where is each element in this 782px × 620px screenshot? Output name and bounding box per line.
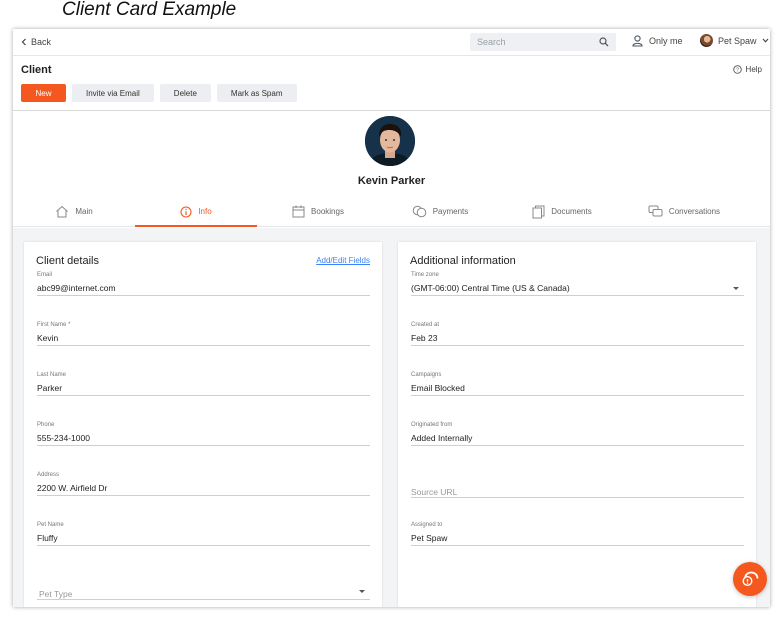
created-at-field: Created at Feb 23: [411, 322, 744, 346]
time-zone-select[interactable]: Time zone (GMT-06:00) Central Time (US &…: [411, 272, 744, 296]
assigned-to-field[interactable]: Assigned to Pet Spaw: [411, 522, 744, 546]
campaigns-field[interactable]: Campaigns Email Blocked: [411, 372, 744, 396]
source-url-placeholder: Source URL: [411, 487, 458, 497]
field-value: 2200 W. Airfield Dr: [37, 483, 108, 493]
tab-documents[interactable]: Documents: [501, 197, 623, 226]
source-url-field[interactable]: Source URL: [411, 474, 744, 498]
action-bar: New Invite via Email Delete Mark as Spam: [21, 84, 297, 102]
back-button[interactable]: Back: [21, 37, 51, 47]
field-label: Time zone: [411, 272, 439, 278]
tab-label: Conversations: [668, 207, 721, 216]
field-value: Pet Spaw: [411, 533, 448, 543]
address-field[interactable]: Address 2200 W. Airfield Dr: [37, 472, 370, 496]
pet-type-placeholder: Pet Type: [39, 589, 73, 599]
figure-caption: Client Card Example: [62, 0, 237, 20]
field-value: Email Blocked: [411, 383, 465, 393]
search-icon[interactable]: [599, 37, 609, 47]
field-value: Feb 23: [411, 333, 438, 343]
help-icon: ?: [732, 65, 742, 74]
calendar-icon: [292, 205, 305, 218]
tab-conversations[interactable]: Conversations: [623, 197, 745, 226]
svg-text:?: ?: [736, 68, 739, 74]
tab-main[interactable]: Main: [13, 197, 135, 226]
field-label: Originated from: [411, 422, 453, 428]
field-value: Kevin: [37, 333, 59, 343]
tab-label: Info: [198, 207, 212, 216]
header-divider: [13, 110, 770, 111]
coins-icon: [412, 205, 427, 218]
tab-bar: Main Info Bookings Payments Documents Co…: [13, 197, 770, 227]
tab-label: Payments: [432, 207, 469, 216]
tab-label: Documents: [551, 207, 592, 216]
account-name: Pet Spaw: [718, 35, 757, 46]
last-name-field[interactable]: Last Name Parker: [37, 372, 370, 396]
client-name: Kevin Parker: [357, 175, 426, 187]
invite-email-button[interactable]: Invite via Email: [72, 84, 154, 102]
caret-down-icon: [733, 287, 739, 290]
field-label: First Name *: [37, 322, 71, 328]
back-label: Back: [31, 37, 52, 47]
tab-label: Bookings: [311, 207, 344, 216]
support-chat-button[interactable]: [733, 562, 767, 596]
field-label: Last Name: [37, 372, 67, 378]
field-value: (GMT-06:00) Central Time (US & Canada): [411, 283, 570, 293]
owner-filter[interactable]: Only me: [632, 35, 683, 47]
account-avatar: [700, 34, 713, 47]
field-value: Added Internally: [411, 433, 473, 443]
account-menu[interactable]: Pet Spaw: [700, 34, 769, 47]
email-field[interactable]: Email abc99@internet.com: [37, 272, 370, 296]
pet-type-select[interactable]: Pet Type: [37, 576, 370, 600]
person-icon: [632, 35, 643, 47]
client-details-title: Client details: [36, 255, 99, 267]
chevron-down-icon: [762, 38, 768, 43]
field-label: Assigned to: [411, 522, 443, 528]
delete-button[interactable]: Delete: [159, 84, 211, 102]
search-box[interactable]: [470, 33, 616, 51]
chat-icon: [648, 205, 663, 217]
tab-label: Main: [75, 207, 93, 216]
page-title: Client: [21, 64, 52, 76]
field-value: abc99@internet.com: [37, 283, 116, 293]
field-label: Phone: [37, 422, 55, 428]
field-value: 555-234-1000: [37, 433, 90, 443]
owner-filter-label: Only me: [649, 36, 683, 46]
help-label: Help: [745, 65, 762, 74]
documents-icon: [532, 205, 545, 218]
client-details-card: Client details Add/Edit Fields Email abc…: [24, 242, 382, 607]
home-icon: [56, 205, 69, 218]
additional-info-card: Additional information Time zone (GMT-06…: [398, 242, 756, 607]
field-label: Address: [37, 472, 60, 478]
chevron-left-icon: [21, 38, 26, 46]
app-window: Back Only me Pet Spaw Client ? Help New …: [13, 29, 770, 607]
originated-from-field[interactable]: Originated from Added Internally: [411, 422, 744, 446]
field-value: Fluffy: [37, 533, 58, 543]
help-button[interactable]: ? Help: [732, 65, 762, 74]
field-label: Pet Name: [37, 522, 64, 528]
field-value: Parker: [37, 383, 63, 393]
tab-bookings[interactable]: Bookings: [257, 197, 379, 226]
pet-name-field[interactable]: Pet Name Fluffy: [37, 522, 370, 546]
additional-info-title: Additional information: [410, 255, 516, 267]
new-button[interactable]: New: [21, 84, 66, 102]
field-label: Created at: [411, 322, 440, 328]
mark-spam-button[interactable]: Mark as Spam: [216, 84, 297, 102]
first-name-field[interactable]: First Name * Kevin: [37, 322, 370, 346]
phone-field[interactable]: Phone 555-234-1000: [37, 422, 370, 446]
info-icon: [180, 205, 192, 218]
search-input[interactable]: [470, 37, 592, 47]
top-bar: Back Only me Pet Spaw: [13, 29, 770, 56]
add-edit-fields-link[interactable]: Add/Edit Fields: [316, 256, 370, 265]
field-label: Campaigns: [411, 372, 442, 378]
field-label: Email: [37, 272, 53, 278]
tab-info[interactable]: Info: [135, 197, 257, 227]
tab-payments[interactable]: Payments: [379, 197, 501, 226]
client-avatar: [365, 116, 415, 166]
support-chat-icon: [742, 571, 759, 587]
caret-down-icon: [359, 590, 365, 593]
